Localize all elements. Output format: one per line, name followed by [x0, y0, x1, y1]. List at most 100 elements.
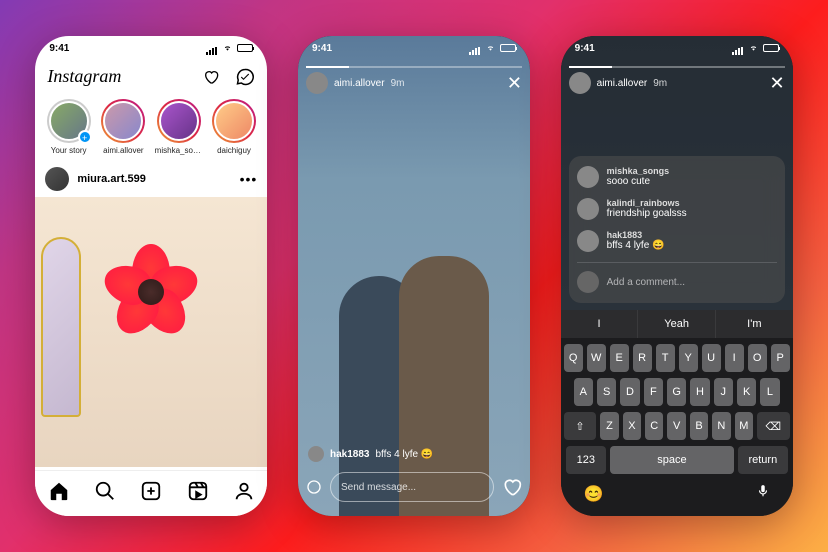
comments-sheet: mishka_songs sooo cute kalindi_rainbows …: [569, 156, 785, 303]
key-p[interactable]: P: [771, 344, 790, 372]
status-icons: [732, 44, 779, 52]
key-k[interactable]: K: [737, 378, 756, 406]
story-progress: [569, 66, 785, 68]
status-bar: 9:41: [298, 36, 530, 60]
app-header: Instagram: [35, 60, 267, 93]
post-more-button[interactable]: •••: [240, 171, 258, 187]
tab-bar: [35, 470, 267, 516]
caption-username: hak1883: [330, 449, 369, 460]
space-key[interactable]: space: [610, 446, 734, 474]
story-author-name[interactable]: aimi.allover: [334, 78, 385, 89]
comment-username[interactable]: hak1883: [607, 230, 665, 240]
suggestion[interactable]: Yeah: [638, 310, 716, 338]
comment-input[interactable]: Add a comment...: [607, 277, 777, 288]
comment-username[interactable]: mishka_songs: [607, 166, 670, 176]
story-item-own[interactable]: + Your story: [45, 99, 92, 155]
phone-feed: 9:41 Instagram + Your story aimi.allover: [35, 36, 267, 516]
key-f[interactable]: F: [644, 378, 663, 406]
suggestion[interactable]: I'm: [716, 310, 793, 338]
story-item[interactable]: daichiguy: [211, 99, 258, 155]
key-r[interactable]: R: [633, 344, 652, 372]
post-author[interactable]: miura.art.599: [45, 167, 145, 191]
key-c[interactable]: C: [645, 412, 663, 440]
story-author-avatar[interactable]: [569, 72, 591, 94]
chat-icon[interactable]: [306, 479, 322, 495]
messenger-icon: [236, 68, 254, 86]
comment-text: bffs 4 lyfe 😄: [607, 240, 665, 251]
phone-comments: 9:41 aimi.allover 9m ✕ mishka_songs sooo…: [561, 36, 793, 516]
wifi-icon: [485, 44, 496, 52]
key-z[interactable]: Z: [600, 412, 618, 440]
story-label: Your story: [51, 146, 87, 155]
story-author-name[interactable]: aimi.allover: [597, 78, 648, 89]
story-item[interactable]: aimi.allover: [100, 99, 147, 155]
caption-text: bffs 4 lyfe 😄: [375, 449, 433, 460]
comment-input-row: Add a comment...: [577, 262, 777, 293]
comment-avatar[interactable]: [577, 166, 599, 188]
wifi-icon: [222, 44, 233, 52]
key-t[interactable]: T: [656, 344, 675, 372]
instagram-logo: Instagram: [47, 66, 121, 87]
phone-story: 9:41 aimi.allover 9m ✕ hak1883 bffs 4 ly…: [298, 36, 530, 516]
key-i[interactable]: I: [725, 344, 744, 372]
create-tab[interactable]: [140, 480, 162, 507]
key-s[interactable]: S: [597, 378, 616, 406]
story-author-avatar[interactable]: [306, 72, 328, 94]
keyboard: QWERTYUIOP ASDFGHJKL ⇧ ZXCVBNM ⌫ 123 spa…: [561, 338, 793, 516]
emoji-key[interactable]: 😊: [584, 484, 604, 504]
reels-tab[interactable]: [187, 480, 209, 507]
battery-icon: [237, 44, 253, 52]
comment-username[interactable]: kalindi_rainbows: [607, 198, 687, 208]
comment-avatar[interactable]: [577, 198, 599, 220]
story-label: daichiguy: [217, 146, 251, 155]
profile-tab[interactable]: [233, 480, 255, 507]
key-e[interactable]: E: [610, 344, 629, 372]
post-username: miura.art.599: [77, 173, 145, 185]
status-icons: [206, 44, 253, 52]
like-story-button[interactable]: [502, 477, 522, 497]
reels-icon: [187, 480, 209, 502]
key-a[interactable]: A: [574, 378, 593, 406]
key-j[interactable]: J: [714, 378, 733, 406]
activity-button[interactable]: [201, 67, 221, 87]
close-button[interactable]: ✕: [507, 73, 522, 94]
mic-icon[interactable]: [756, 484, 770, 498]
story-media[interactable]: [298, 36, 530, 516]
stories-row: + Your story aimi.allover mishka_songs d…: [35, 93, 267, 161]
home-tab[interactable]: [48, 480, 70, 507]
plus-square-icon: [140, 480, 162, 502]
messenger-button[interactable]: [235, 67, 255, 87]
key-l[interactable]: L: [760, 378, 779, 406]
key-y[interactable]: Y: [679, 344, 698, 372]
return-key[interactable]: return: [738, 446, 788, 474]
comment-text: sooo cute: [607, 176, 670, 187]
key-w[interactable]: W: [587, 344, 606, 372]
backspace-key[interactable]: ⌫: [757, 412, 790, 440]
suggestion[interactable]: I: [561, 310, 639, 338]
story-caption: hak1883 bffs 4 lyfe 😄: [308, 446, 520, 462]
close-button[interactable]: ✕: [770, 73, 785, 94]
key-n[interactable]: N: [712, 412, 730, 440]
post-image[interactable]: [35, 197, 267, 467]
key-m[interactable]: M: [735, 412, 753, 440]
key-x[interactable]: X: [623, 412, 641, 440]
key-d[interactable]: D: [620, 378, 639, 406]
key-q[interactable]: Q: [564, 344, 583, 372]
search-tab[interactable]: [94, 480, 116, 507]
shift-key[interactable]: ⇧: [564, 412, 597, 440]
numeric-key[interactable]: 123: [566, 446, 606, 474]
key-o[interactable]: O: [748, 344, 767, 372]
comment-avatar[interactable]: [577, 230, 599, 252]
key-h[interactable]: H: [690, 378, 709, 406]
reply-input[interactable]: Send message...: [330, 472, 494, 502]
key-b[interactable]: B: [690, 412, 708, 440]
story-item[interactable]: mishka_songs: [155, 99, 203, 155]
key-u[interactable]: U: [702, 344, 721, 372]
key-g[interactable]: G: [667, 378, 686, 406]
caption-avatar: [308, 446, 324, 462]
status-bar: 9:41: [35, 36, 267, 60]
comment-row: hak1883 bffs 4 lyfe 😄: [577, 230, 777, 252]
flower-lamp: [96, 237, 206, 347]
key-v[interactable]: V: [667, 412, 685, 440]
status-time: 9:41: [575, 43, 595, 54]
